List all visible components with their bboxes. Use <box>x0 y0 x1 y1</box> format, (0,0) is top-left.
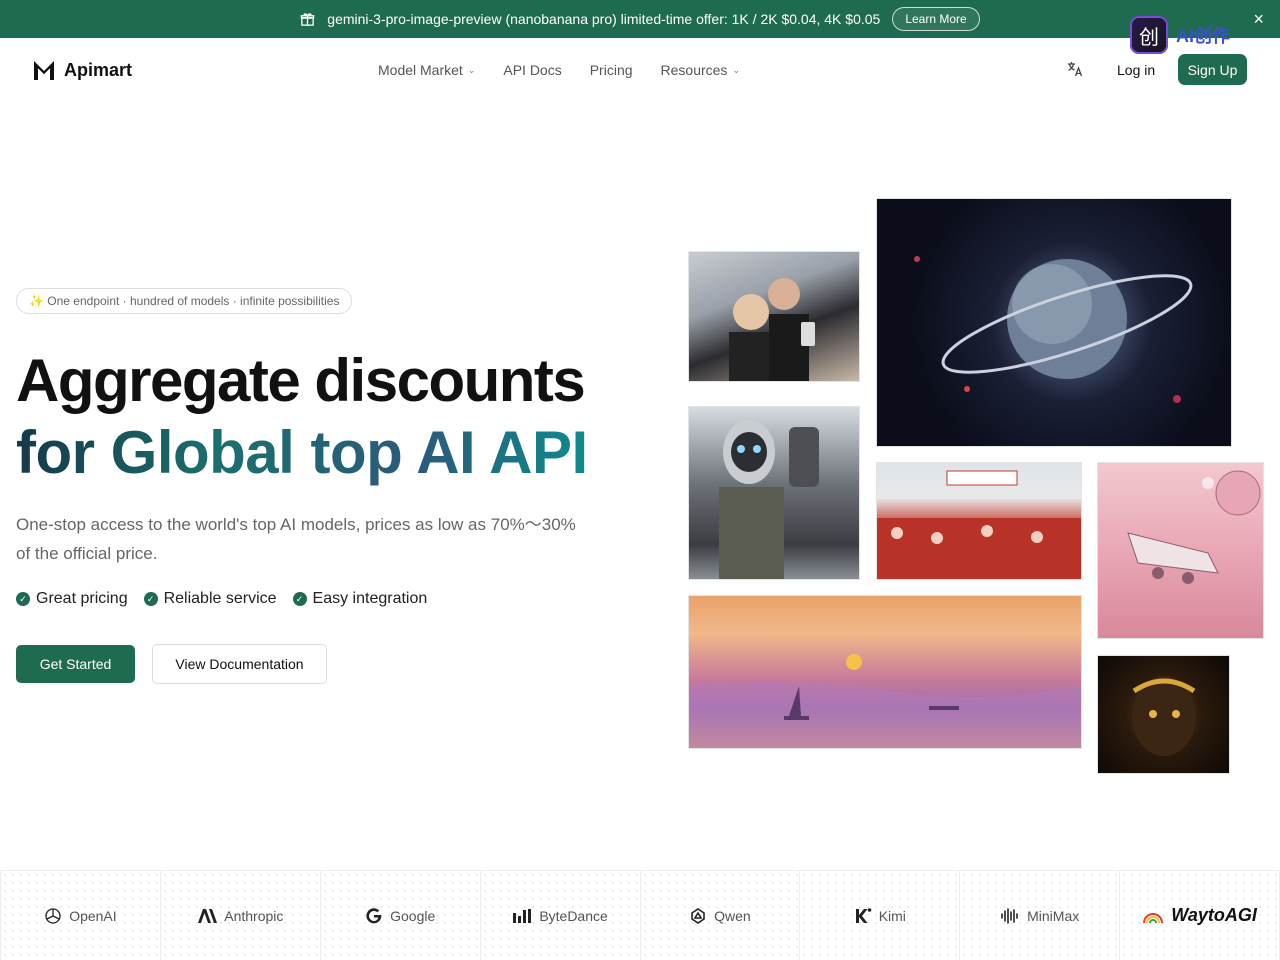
feature-label: Great pricing <box>36 590 128 607</box>
gallery-image-crowd <box>876 462 1082 580</box>
openai-icon <box>44 907 62 925</box>
gallery-image-selfie <box>688 251 860 382</box>
check-icon: ✓ <box>292 592 307 606</box>
brand-qwen[interactable]: Qwen <box>640 871 801 960</box>
brand-anthropic[interactable]: Anthropic <box>160 871 321 960</box>
feature-item: ✓ Easy integration <box>292 590 428 608</box>
nav-api-docs-label: API Docs <box>503 62 562 78</box>
brand-label: Qwen <box>714 907 751 924</box>
feature-label: Easy integration <box>312 590 428 607</box>
gift-icon <box>300 12 315 27</box>
qwen-icon <box>689 907 707 925</box>
brand-google[interactable]: Google <box>320 871 481 960</box>
brand-label: Anthropic <box>224 907 284 924</box>
view-documentation-button[interactable]: View Documentation <box>152 644 327 684</box>
banner-text: gemini-3-pro-image-preview (nanobanana p… <box>327 11 881 27</box>
google-icon <box>365 907 383 925</box>
brand-minimax[interactable]: MiniMax <box>960 871 1121 960</box>
promo-banner: gemini-3-pro-image-preview (nanobanana p… <box>0 0 1280 38</box>
feature-label: Reliable service <box>163 590 277 607</box>
bytedance-icon <box>512 908 532 924</box>
brand-kimi[interactable]: Kimi <box>800 871 961 960</box>
chevron-down-icon: ⌄ <box>732 64 740 75</box>
brand-label: WaytoAGI <box>1171 905 1257 925</box>
rainbow-icon <box>1142 907 1164 925</box>
check-icon: ✓ <box>16 592 30 606</box>
brand-label: OpenAI <box>69 907 117 924</box>
logo[interactable]: Apimart <box>32 58 132 82</box>
feature-list: ✓ Great pricing ✓ Reliable service ✓ Easy i… <box>16 590 427 608</box>
feature-item: ✓ Great pricing <box>16 590 128 608</box>
login-link[interactable]: Log in <box>1117 62 1155 78</box>
logo-text: Apimart <box>64 59 133 80</box>
signup-button[interactable]: Sign Up <box>1178 54 1247 85</box>
hero-title-line2: for Global top AI API <box>16 419 588 486</box>
chevron-down-icon: ⌄ <box>467 64 476 75</box>
nav-resources[interactable]: Resources ⌄ <box>661 62 740 78</box>
nav-pricing-label: Pricing <box>589 62 633 78</box>
brand-strip: OpenAI Anthropic Google ByteDance Qwen K… <box>0 870 1280 960</box>
brand-openai[interactable]: OpenAI <box>0 871 161 960</box>
main-menu: Model Market ⌄ API Docs Pricing Resource… <box>378 62 740 78</box>
gallery-image-spaceship <box>1097 462 1264 639</box>
gallery-image-robot <box>688 406 860 580</box>
kimi-icon <box>854 907 872 925</box>
gallery-image-monkey-king <box>1097 655 1230 774</box>
check-icon: ✓ <box>143 592 158 606</box>
hero-subtitle: One-stop access to the world's top AI mo… <box>16 515 576 563</box>
gallery-image-sunset-painting <box>688 595 1082 749</box>
translate-icon[interactable] <box>1066 60 1084 83</box>
minimax-icon <box>1000 907 1020 924</box>
nav-model-market[interactable]: Model Market ⌄ <box>378 62 475 78</box>
nav-api-docs[interactable]: API Docs <box>503 62 561 78</box>
top-nav: Apimart Model Market ⌄ API Docs Pricing … <box>0 38 1280 102</box>
brand-label: ByteDance <box>539 907 608 924</box>
anthropic-icon <box>197 908 218 924</box>
nav-model-market-label: Model Market <box>378 62 463 78</box>
nav-resources-label: Resources <box>660 62 728 78</box>
logo-icon <box>34 61 54 80</box>
learn-more-button[interactable]: Learn More <box>892 7 980 31</box>
brand-label: MiniMax <box>1027 907 1080 924</box>
get-started-button[interactable]: Get Started <box>16 645 135 683</box>
hero-title-line1: Aggregate discounts <box>16 347 586 414</box>
brand-label: Google <box>390 907 436 924</box>
brand-label: Kimi <box>878 907 906 924</box>
feature-item: ✓ Reliable service <box>143 590 277 608</box>
gallery-image-planet <box>876 198 1232 447</box>
brand-bytedance[interactable]: ByteDance <box>480 871 641 960</box>
close-icon[interactable]: × <box>1253 10 1264 28</box>
brand-waytoagi[interactable]: WaytoAGI <box>1120 871 1280 960</box>
tagline-pill: ✨ One endpoint · hundred of models · inf… <box>16 288 353 314</box>
nav-pricing[interactable]: Pricing <box>590 62 633 78</box>
